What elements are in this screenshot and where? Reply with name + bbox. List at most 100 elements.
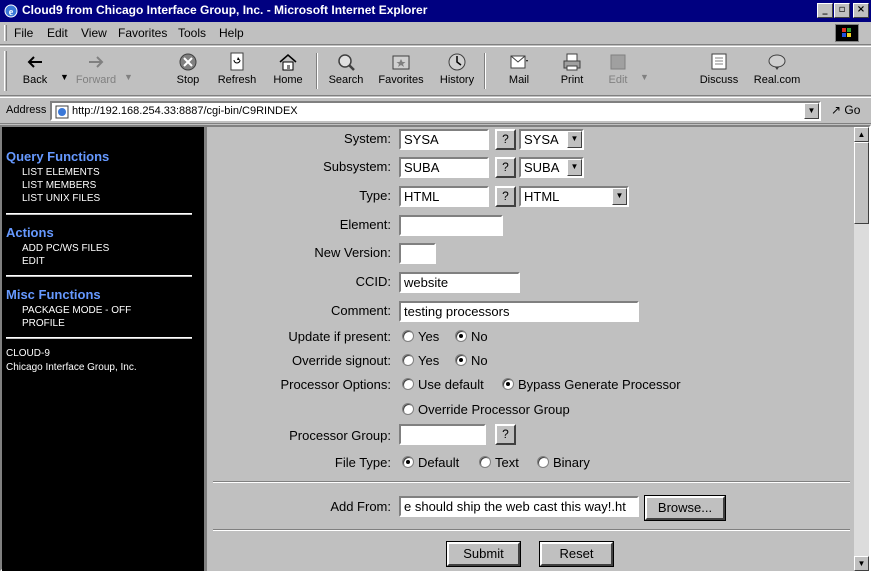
go-button[interactable]: ↗ Go xyxy=(831,103,860,117)
stop-button[interactable]: Stop xyxy=(170,49,206,95)
form-divider xyxy=(213,481,850,483)
refresh-label: Refresh xyxy=(217,74,257,86)
element-input[interactable] xyxy=(399,215,503,236)
print-button[interactable]: Print xyxy=(552,49,592,95)
discuss-icon xyxy=(711,53,727,70)
sidebar-item-package-mode[interactable]: PACKAGE MODE - OFF xyxy=(22,305,131,316)
realcom-button[interactable]: Real.com xyxy=(752,49,802,95)
favorites-button[interactable]: Favorites xyxy=(372,49,430,95)
edit-dropdown-icon[interactable]: ▼ xyxy=(640,72,649,82)
stop-icon xyxy=(179,53,197,71)
back-label: Back xyxy=(22,74,48,86)
misc-functions-heading: Misc Functions xyxy=(6,287,101,302)
menu-view[interactable]: View xyxy=(81,26,107,40)
history-label: History xyxy=(439,74,475,86)
title-bar: e Cloud9 from Chicago Interface Group, I… xyxy=(0,0,871,22)
vertical-scrollbar[interactable]: ▲ ▼ xyxy=(854,127,869,571)
subsystem-select[interactable]: SUBA ▼ xyxy=(519,157,584,178)
subsystem-input[interactable]: SUBA xyxy=(399,157,489,178)
submit-button[interactable]: Submit xyxy=(446,541,521,567)
type-help-button[interactable]: ? xyxy=(495,186,516,207)
favorites-label: Favorites xyxy=(378,74,424,86)
back-dropdown-icon[interactable]: ▼ xyxy=(60,72,69,82)
sidebar-item-edit[interactable]: EDIT xyxy=(22,256,45,267)
sidebar-divider xyxy=(6,337,192,339)
search-icon xyxy=(338,54,355,71)
address-dropdown-icon[interactable]: ▼ xyxy=(804,103,819,119)
back-button[interactable]: Back xyxy=(12,49,58,95)
sidebar-item-list-members[interactable]: LIST MEMBERS xyxy=(22,180,96,191)
sidebar-item-profile[interactable]: PROFILE xyxy=(22,318,65,329)
mail-button[interactable]: Mail xyxy=(496,49,542,95)
sidebar-item-add-pcws-files[interactable]: ADD PC/WS FILES xyxy=(22,243,109,254)
comment-input[interactable]: testing processors xyxy=(399,301,639,322)
address-input[interactable]: http://192.168.254.33:8887/cgi-bin/C9RIN… xyxy=(50,101,821,121)
menu-help[interactable]: Help xyxy=(219,26,244,40)
print-icon xyxy=(563,53,581,71)
edit-button[interactable]: Edit xyxy=(600,49,636,95)
add-from-input[interactable]: e should ship the web cast this way!.ht xyxy=(399,496,639,517)
home-button[interactable]: Home xyxy=(268,49,308,95)
toolbar-grip xyxy=(4,51,7,91)
scroll-up-button[interactable]: ▲ xyxy=(854,127,869,142)
search-button[interactable]: Search xyxy=(324,49,368,95)
realcom-icon xyxy=(768,54,786,70)
realcom-label: Real.com xyxy=(753,74,801,86)
svg-text:e: e xyxy=(9,7,14,18)
mail-icon xyxy=(510,55,528,69)
search-label: Search xyxy=(328,74,364,86)
history-button[interactable]: History xyxy=(436,49,478,95)
menu-tools[interactable]: Tools xyxy=(178,26,206,40)
maximize-button[interactable]: ▫ xyxy=(834,3,850,18)
file-type-text-radio[interactable]: Text xyxy=(479,455,519,470)
ccid-label: CCID: xyxy=(355,274,391,289)
chevron-down-icon: ▼ xyxy=(612,188,627,205)
file-type-binary-radio[interactable]: Binary xyxy=(537,455,590,470)
ccid-input[interactable]: website xyxy=(399,272,520,293)
discuss-button[interactable]: Discuss xyxy=(690,49,748,95)
use-default-radio[interactable]: Use default xyxy=(402,377,484,392)
forward-dropdown-icon[interactable]: ▼ xyxy=(124,72,133,82)
radio-icon xyxy=(479,456,491,468)
go-arrow-icon: ↗ xyxy=(831,103,842,117)
update-if-present-label: Update if present: xyxy=(288,329,391,344)
update-no-radio[interactable]: No xyxy=(455,329,488,344)
new-version-input[interactable] xyxy=(399,243,436,264)
minimize-button[interactable]: _ xyxy=(817,3,833,18)
signout-yes-radio[interactable]: Yes xyxy=(402,353,439,368)
processor-group-input[interactable] xyxy=(399,424,486,445)
main-form: System: SYSA ? SYSA ▼ Subsystem: SUBA ? S… xyxy=(204,127,854,571)
edit-label: Edit xyxy=(608,74,628,86)
close-button[interactable]: × xyxy=(853,3,869,18)
update-yes-radio[interactable]: Yes xyxy=(402,329,439,344)
type-input[interactable]: HTML xyxy=(399,186,489,207)
system-help-button[interactable]: ? xyxy=(495,129,516,150)
stop-label: Stop xyxy=(176,74,200,86)
override-processor-group-label: Override Processor Group xyxy=(418,402,570,417)
bypass-generate-radio[interactable]: Bypass Generate Processor xyxy=(502,377,681,392)
override-processor-group-radio[interactable]: Override Processor Group xyxy=(402,402,570,417)
scroll-down-button[interactable]: ▼ xyxy=(854,556,869,571)
browse-button[interactable]: Browse... xyxy=(644,495,726,521)
system-select[interactable]: SYSA ▼ xyxy=(519,129,584,150)
override-signout-label: Override signout: xyxy=(292,353,391,368)
sidebar-item-list-unix-files[interactable]: LIST UNIX FILES xyxy=(22,193,100,204)
processor-group-help-button[interactable]: ? xyxy=(495,424,516,445)
sidebar-item-list-elements[interactable]: LIST ELEMENTS xyxy=(22,167,100,178)
chevron-down-icon: ▼ xyxy=(567,159,582,176)
menu-favorites[interactable]: Favorites xyxy=(118,26,167,40)
refresh-button[interactable]: Refresh xyxy=(214,49,260,95)
scroll-thumb[interactable] xyxy=(854,142,869,224)
subsystem-help-button[interactable]: ? xyxy=(495,157,516,178)
system-input[interactable]: SYSA xyxy=(399,129,489,150)
home-label: Home xyxy=(273,74,303,86)
signout-no-radio[interactable]: No xyxy=(455,353,488,368)
menu-edit[interactable]: Edit xyxy=(47,26,68,40)
type-select[interactable]: HTML ▼ xyxy=(519,186,629,207)
update-no-label: No xyxy=(471,329,488,344)
update-yes-label: Yes xyxy=(418,329,440,344)
file-type-default-radio[interactable]: Default xyxy=(402,455,459,470)
reset-button[interactable]: Reset xyxy=(539,541,614,567)
forward-button[interactable]: Forward xyxy=(72,49,120,95)
menu-file[interactable]: File xyxy=(14,26,33,40)
